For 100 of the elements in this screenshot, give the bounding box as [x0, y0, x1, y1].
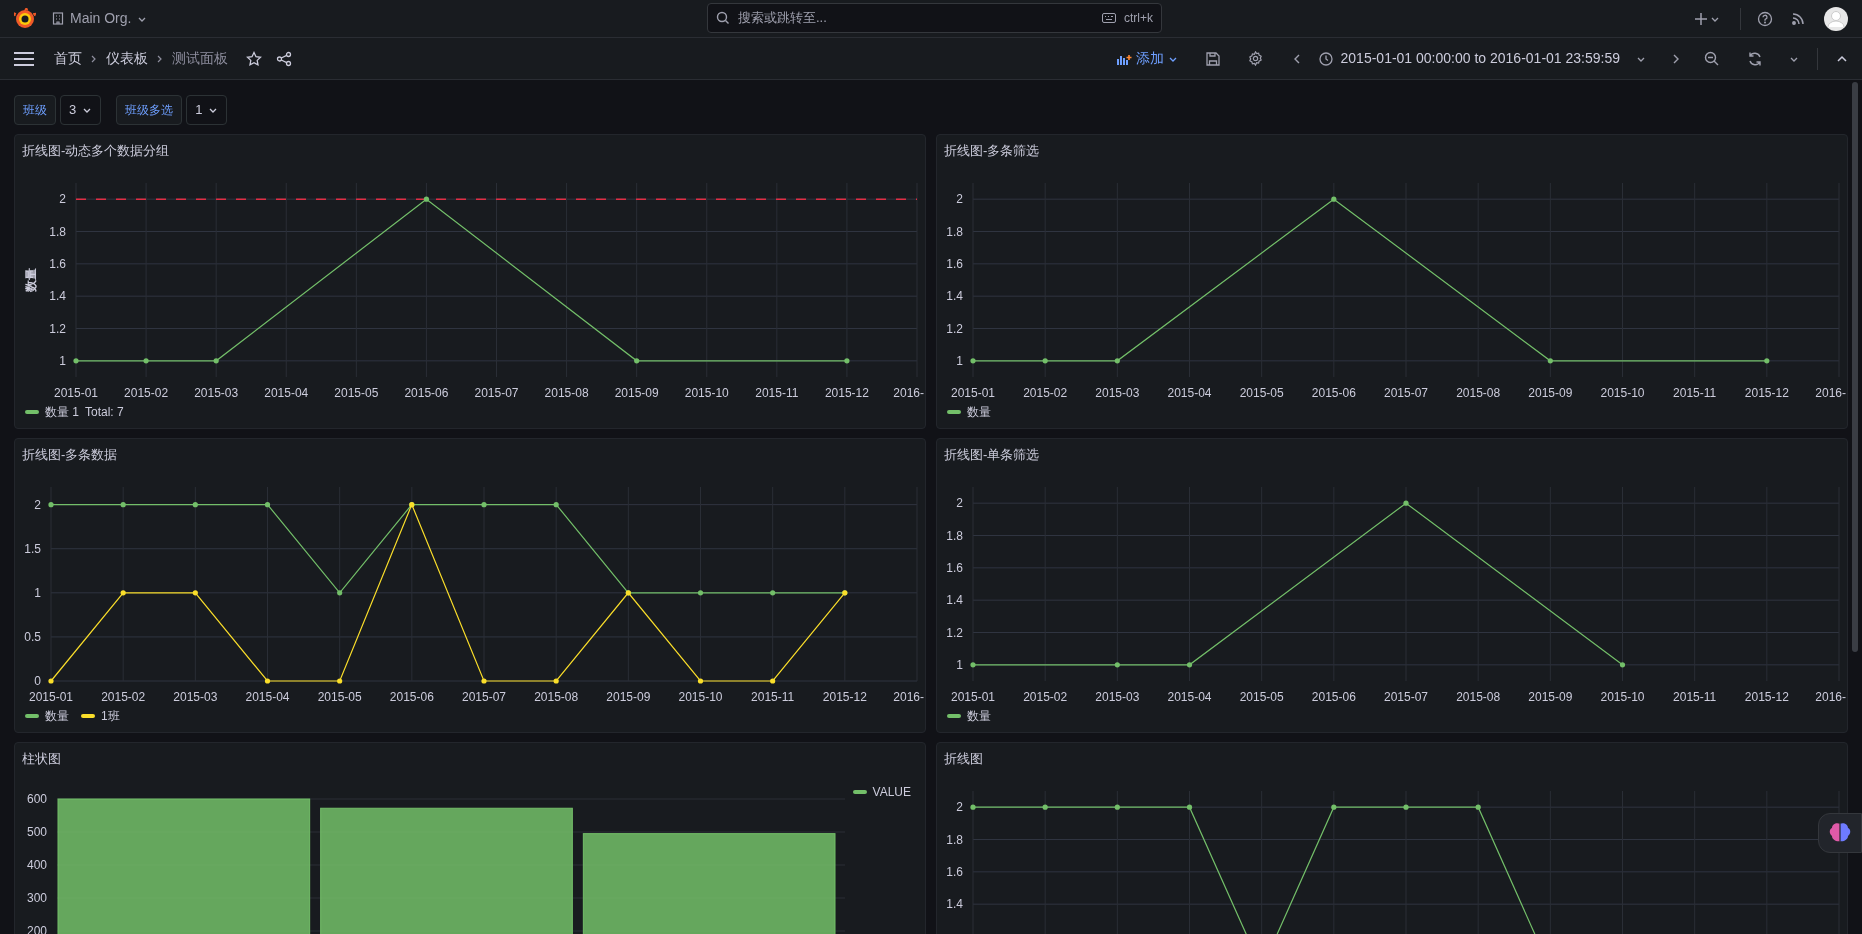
variable-dropdown[interactable]: 3	[60, 95, 102, 125]
legend-label[interactable]: VALUE	[872, 783, 911, 801]
legend-label[interactable]: 数量 1	[45, 403, 79, 421]
chevron-right-icon[interactable]	[1672, 52, 1680, 65]
y-axis-label: 1.8	[946, 224, 963, 239]
y-axis-label: 400	[26, 858, 47, 872]
add-button[interactable]: 添加	[1115, 48, 1178, 69]
x-axis-label: 2015-02	[124, 386, 169, 400]
zoom-out-icon[interactable]	[1704, 51, 1719, 66]
y-axis-label: 2	[34, 497, 41, 512]
y-axis-label: 1.2	[946, 321, 963, 336]
y-axis-label: 2	[956, 800, 963, 815]
x-axis-label: 2015-03	[194, 386, 239, 400]
axis-title: 数量	[24, 268, 38, 292]
refresh-icon[interactable]	[1747, 50, 1763, 67]
scrollbar[interactable]	[1852, 82, 1858, 652]
data-point	[337, 590, 343, 596]
avatar-icon[interactable]	[1824, 6, 1848, 31]
building-icon	[52, 12, 64, 25]
chevron-up-icon[interactable]	[1836, 53, 1848, 64]
legend-label[interactable]: 数量	[967, 707, 991, 725]
data-point	[1764, 358, 1770, 364]
y-axis-label: 1.2	[49, 321, 66, 336]
plus-icon	[1694, 11, 1708, 26]
data-point	[697, 678, 704, 684]
clock-icon	[1318, 51, 1333, 66]
org-switcher[interactable]: Main Org.	[52, 8, 148, 29]
x-axis-label: 2015-08	[534, 690, 579, 704]
time-range-picker[interactable]: 2015-01-01 00:00:00 to 2016-01-01 23:59:59	[1318, 48, 1646, 69]
y-axis-label: 1.6	[946, 256, 963, 271]
rss-icon[interactable]	[1791, 11, 1806, 26]
breadcrumb-link[interactable]: 仪表板	[106, 48, 148, 69]
x-axis-label: 2015-03	[1095, 386, 1140, 400]
search-icon	[716, 11, 730, 25]
variable-dropdown[interactable]: 1	[186, 95, 228, 125]
logo-icon[interactable]	[14, 7, 36, 30]
breadcrumb-link[interactable]: 首页	[54, 48, 82, 69]
panel-title: 折线图-多条筛选	[944, 142, 1040, 160]
x-axis-label: 2015-04	[245, 690, 290, 704]
data-point	[481, 502, 487, 508]
y-axis-label: 1.8	[946, 528, 963, 543]
x-axis-label: 2015-05	[1239, 690, 1284, 704]
y-axis-label: 1.4	[946, 593, 963, 608]
x-axis-label: 2015-02	[1023, 690, 1068, 704]
data-point	[1042, 358, 1048, 364]
x-axis-label: 2015-08	[544, 386, 589, 400]
y-axis-label: 1.4	[946, 897, 963, 912]
save-icon[interactable]	[1205, 51, 1220, 66]
y-axis-label: 1	[34, 585, 41, 600]
data-point	[264, 502, 271, 508]
data-point	[970, 662, 976, 668]
breadcrumb-link[interactable]: 测试面板	[172, 48, 228, 69]
x-axis-label: 2016-	[893, 690, 924, 704]
data-point	[481, 678, 487, 684]
data-point	[1186, 662, 1193, 668]
legend-label[interactable]: 数量	[967, 403, 991, 421]
x-axis-label: 2015-01	[951, 386, 995, 400]
x-axis-label: 2015-01	[951, 690, 995, 704]
x-axis-label: 2015-04	[264, 386, 309, 400]
data-point	[1475, 804, 1481, 810]
data-point	[1547, 358, 1553, 364]
legend-label[interactable]: 数量	[45, 707, 69, 725]
x-axis-label: 2016-	[1815, 690, 1846, 704]
settings-icon[interactable]	[1247, 51, 1263, 66]
x-axis-label: 2015-01	[54, 386, 98, 400]
x-axis-label: 2015-02	[1023, 386, 1068, 400]
search-input[interactable]: 搜索或跳转至...	[738, 8, 1094, 28]
x-axis-label: 2015-07	[462, 690, 506, 704]
x-axis-label: 2015-05	[334, 386, 379, 400]
x-axis-label: 2015-07	[1384, 386, 1428, 400]
share-icon[interactable]	[276, 50, 292, 67]
data-point	[697, 590, 704, 596]
x-axis-label: 2015-04	[1167, 386, 1212, 400]
y-axis-label: 1	[956, 353, 963, 368]
x-axis-label: 2015-11	[755, 386, 799, 400]
legend-swatch	[852, 790, 867, 794]
data-point	[1114, 358, 1120, 364]
legend-label[interactable]: 1班	[101, 707, 120, 725]
x-axis-label: 2015-09	[614, 386, 659, 400]
help-icon[interactable]	[1757, 10, 1773, 27]
shortcut-hint: ctrl+k	[1124, 10, 1153, 27]
chevron-left-icon[interactable]	[1292, 52, 1301, 65]
assistant-button[interactable]	[1818, 813, 1862, 853]
variable-label: 班级多选	[116, 95, 183, 125]
search-field[interactable]: 搜索或跳转至... ctrl+k	[707, 3, 1162, 33]
x-axis-label: 2016-	[1815, 386, 1846, 400]
legend-swatch	[947, 714, 961, 718]
data-point	[1331, 804, 1337, 810]
x-axis-label: 2015-11	[751, 690, 795, 704]
data-point	[770, 678, 776, 684]
panel-title: 折线图-动态多个数据分组	[22, 142, 170, 160]
variable-label: 班级	[14, 95, 56, 125]
data-point	[1619, 662, 1626, 668]
y-axis-label: 600	[26, 792, 47, 806]
data-point	[553, 678, 559, 684]
star-icon[interactable]	[246, 50, 262, 67]
data-point	[844, 358, 850, 364]
x-axis-label: 2015-12	[1744, 690, 1789, 704]
data-point	[970, 804, 976, 810]
menu-icon[interactable]	[14, 51, 34, 66]
